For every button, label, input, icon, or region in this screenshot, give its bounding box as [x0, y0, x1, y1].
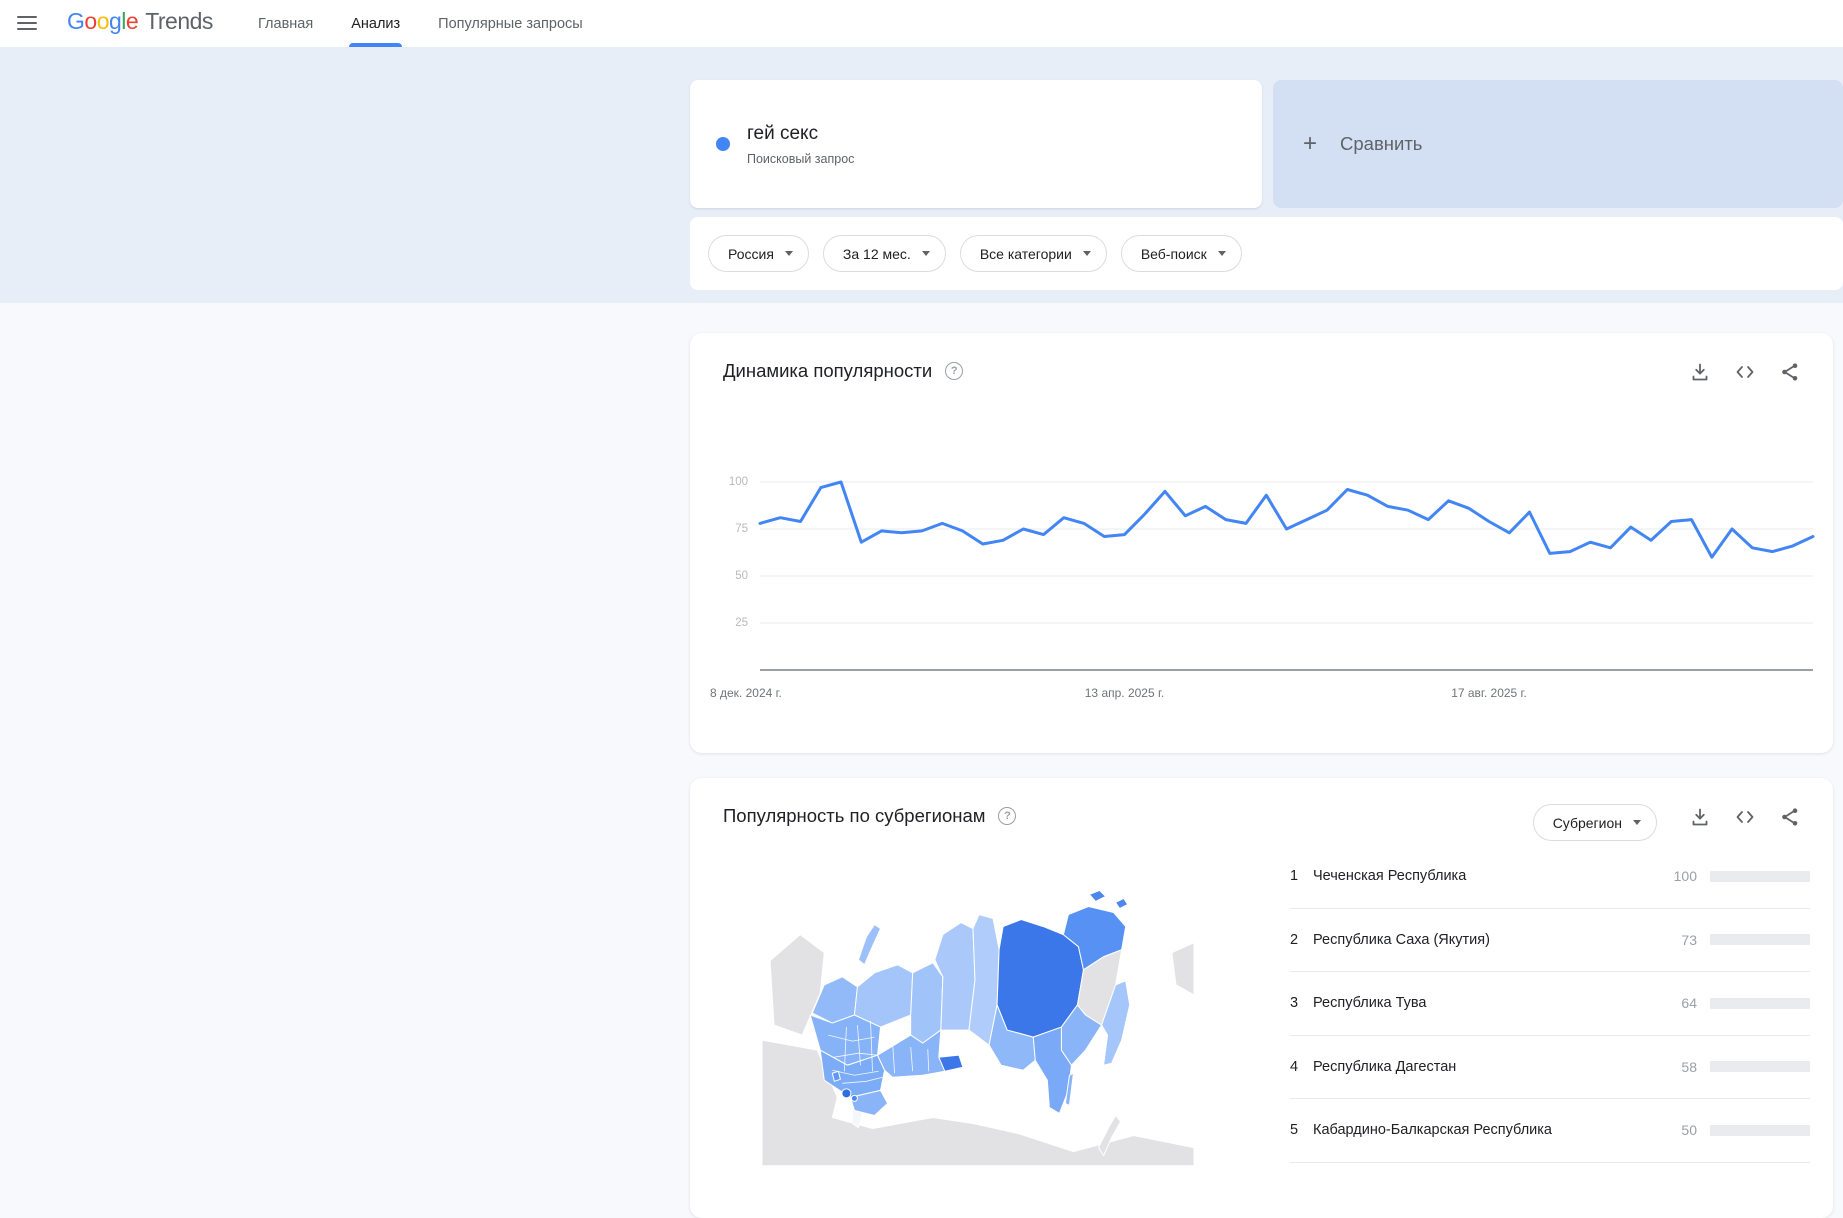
x-axis-label: 17 авг. 2025 г. [1451, 686, 1527, 700]
compare-button[interactable]: + Сравнить [1273, 80, 1843, 208]
series-color-dot [716, 137, 730, 151]
x-axis-label: 8 дек. 2024 г. [710, 686, 782, 700]
subregion-row[interactable]: 4 Республика Дагестан 58 [1290, 1036, 1810, 1100]
subregion-bar [1710, 998, 1810, 1009]
subregion-value: 64 [1663, 995, 1697, 1011]
subregion-rank: 2 [1290, 932, 1313, 948]
subregion-value: 58 [1663, 1059, 1697, 1075]
filter-bar: Россия За 12 мес. Все категории Веб-поиск [690, 217, 1843, 290]
plus-icon: + [1303, 132, 1317, 156]
top-bar: Google Trends Главная Анализ Популярные за… [0, 0, 1843, 47]
hero-section: гей секс Поисковый запрос + Сравнить Рос… [0, 47, 1843, 303]
chevron-down-icon [1083, 251, 1091, 256]
help-icon[interactable]: ? [998, 807, 1016, 825]
share-icon[interactable] [1777, 359, 1803, 385]
subregion-bar [1710, 871, 1810, 882]
subregion-value: 50 [1663, 1122, 1697, 1138]
subregion-level-dropdown[interactable]: Субрегион [1533, 804, 1657, 841]
y-axis-label: 25 [710, 616, 748, 630]
subregion-name: Чеченская Республика [1313, 868, 1663, 884]
main-nav: Главная Анализ Популярные запросы [258, 0, 583, 47]
filter-dropdown-geo[interactable]: Россия [708, 235, 809, 272]
nav-item-0[interactable]: Главная [258, 0, 313, 47]
nav-item-2[interactable]: Популярные запросы [438, 0, 583, 47]
subregion-name: Кабардино-Балкарская Республика [1313, 1122, 1663, 1138]
trends-wordmark: Trends [145, 8, 213, 35]
share-icon[interactable] [1777, 804, 1803, 830]
download-icon[interactable] [1687, 359, 1713, 385]
subregion-rank: 3 [1290, 995, 1313, 1011]
subregion-title: Популярность по субрегионам [723, 805, 985, 827]
google-trends-page: Google Trends Главная Анализ Популярные за… [0, 0, 1843, 1176]
chevron-down-icon [1218, 251, 1226, 256]
subregion-row[interactable]: 3 Республика Тува 64 [1290, 972, 1810, 1036]
subregion-rank: 4 [1290, 1059, 1313, 1075]
google-trends-logo[interactable]: Google Trends [67, 8, 213, 35]
chevron-down-icon [922, 251, 930, 256]
y-axis-label: 50 [710, 569, 748, 583]
subregion-bar [1710, 1061, 1810, 1072]
nav-item-1[interactable]: Анализ [351, 0, 400, 47]
subregion-rank: 1 [1290, 868, 1313, 884]
subregion-bar [1710, 1125, 1810, 1136]
subregion-value: 73 [1663, 932, 1697, 948]
subregion-row[interactable]: 2 Республика Саха (Якутия) 73 [1290, 909, 1810, 973]
subregion-row[interactable]: 1 Чеченская Республика 100 [1290, 845, 1810, 909]
y-axis-label: 75 [710, 522, 748, 536]
chevron-down-icon [1633, 820, 1641, 825]
subregion-name: Республика Саха (Якутия) [1313, 932, 1663, 948]
chart-title: Динамика популярности [723, 360, 932, 382]
x-axis-label: 13 апр. 2025 г. [1085, 686, 1164, 700]
subregion-row[interactable]: 5 Кабардино-Балкарская Республика 50 [1290, 1099, 1810, 1163]
subregion-name: Республика Тува [1313, 995, 1663, 1011]
filter-dropdown-property[interactable]: Веб-поиск [1121, 235, 1242, 272]
filter-dropdown-category[interactable]: Все категории [960, 235, 1107, 272]
subregion-bar [1710, 934, 1810, 945]
y-axis-label: 100 [710, 475, 748, 489]
chevron-down-icon [785, 251, 793, 256]
help-icon[interactable]: ? [945, 362, 963, 380]
interest-over-time-card: Динамика популярности ? 100 75 50 25 8 дек. … [690, 333, 1833, 753]
download-icon[interactable] [1687, 804, 1713, 830]
subregion-name: Республика Дагестан [1313, 1059, 1663, 1075]
subregion-rank: 5 [1290, 1122, 1313, 1138]
search-term-subtitle: Поисковый запрос [747, 152, 854, 166]
embed-icon[interactable] [1732, 359, 1758, 385]
russia-map[interactable] [762, 864, 1194, 1166]
google-wordmark: Google [67, 8, 138, 35]
search-term-title: гей секс [747, 123, 854, 145]
interest-by-subregion-card: Популярность по субрегионам ? Субрегион [690, 778, 1833, 1218]
search-term-card[interactable]: гей секс Поисковый запрос [690, 80, 1262, 208]
hamburger-menu-icon[interactable] [16, 14, 38, 32]
compare-label: Сравнить [1340, 133, 1422, 155]
trend-line-chart[interactable]: 100 75 50 25 8 дек. 2024 г. 13 апр. 2025 г. 17… [710, 470, 1813, 705]
subregion-list: 1 Чеченская Республика 100 2 Республика … [1290, 845, 1810, 1163]
embed-icon[interactable] [1732, 804, 1758, 830]
subregion-value: 100 [1663, 868, 1697, 884]
filter-dropdown-time[interactable]: За 12 мес. [823, 235, 946, 272]
